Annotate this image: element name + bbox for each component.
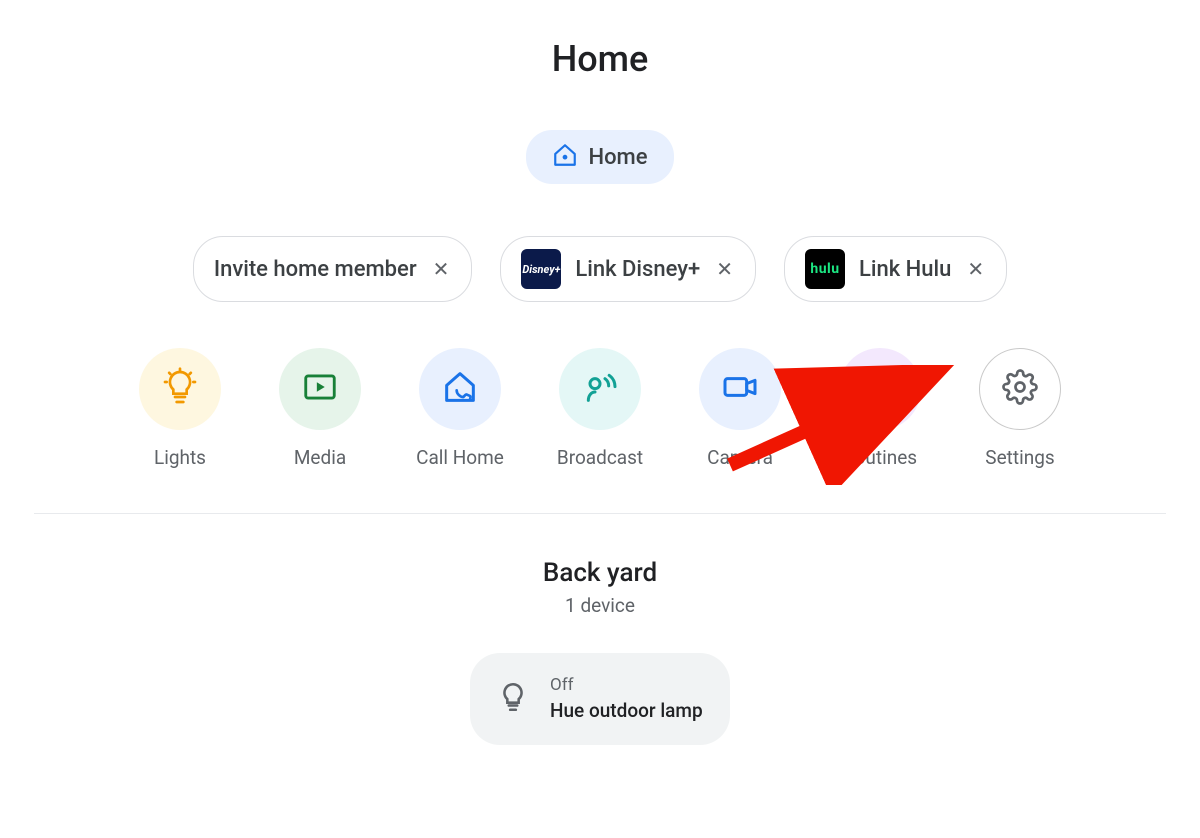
- room-device-count: 1 device: [565, 594, 635, 617]
- action-circle: [139, 348, 221, 430]
- action-label: Settings: [985, 446, 1054, 469]
- action-label: Lights: [154, 446, 206, 469]
- action-broadcast[interactable]: Broadcast: [555, 348, 645, 469]
- quick-actions-row: Lights Media: [0, 348, 1200, 469]
- action-lights[interactable]: Lights: [135, 348, 225, 469]
- home-phone-icon: [440, 367, 480, 411]
- suggestion-label: Link Hulu: [859, 257, 951, 282]
- action-camera[interactable]: Camera: [695, 348, 785, 469]
- broadcast-icon: [580, 367, 620, 411]
- close-icon[interactable]: ✕: [965, 259, 986, 279]
- action-circle: [699, 348, 781, 430]
- action-media[interactable]: Media: [275, 348, 365, 469]
- suggestion-label: Invite home member: [214, 257, 417, 282]
- device-state: Off: [550, 675, 703, 695]
- action-label: Broadcast: [557, 446, 643, 469]
- bulb-outline-icon: [496, 680, 530, 718]
- room-section: Back yard 1 device Off Hue outdoor lamp: [0, 558, 1200, 745]
- device-card-hue-outdoor-lamp[interactable]: Off Hue outdoor lamp: [470, 653, 730, 745]
- action-circle: [839, 348, 921, 430]
- disney-plus-icon: Disney+: [521, 249, 561, 289]
- action-label: Camera: [707, 446, 773, 469]
- action-circle: [559, 348, 641, 430]
- action-settings[interactable]: Settings: [975, 348, 1065, 469]
- home-icon: [552, 142, 578, 172]
- gear-icon: [1002, 369, 1038, 409]
- close-icon[interactable]: ✕: [714, 259, 735, 279]
- action-circle: [419, 348, 501, 430]
- lightbulb-icon: [160, 367, 200, 411]
- suggestion-link-hulu[interactable]: hulu Link Hulu ✕: [784, 236, 1007, 302]
- action-call-home[interactable]: Call Home: [415, 348, 505, 469]
- play-square-icon: [301, 368, 339, 410]
- device-name: Hue outdoor lamp: [550, 699, 703, 723]
- action-circle: [279, 348, 361, 430]
- action-label: Media: [294, 446, 346, 469]
- action-label: Call Home: [416, 446, 504, 469]
- camera-icon: [720, 367, 760, 411]
- home-selector-chip[interactable]: Home: [526, 130, 673, 184]
- home-selector-label: Home: [588, 145, 647, 170]
- action-routines[interactable]: Routines: [835, 348, 925, 469]
- action-label: Routines: [843, 446, 917, 469]
- routines-icon: [860, 367, 900, 411]
- room-name[interactable]: Back yard: [543, 558, 657, 588]
- suggestion-invite-member[interactable]: Invite home member ✕: [193, 236, 473, 302]
- suggestion-link-disney[interactable]: Disney+ Link Disney+ ✕: [500, 236, 756, 302]
- action-circle: [979, 348, 1061, 430]
- suggestion-chips-row: Invite home member ✕ Disney+ Link Disney…: [0, 236, 1200, 302]
- close-icon[interactable]: ✕: [431, 259, 452, 279]
- hulu-icon: hulu: [805, 249, 845, 289]
- section-divider: [34, 513, 1166, 514]
- suggestion-label: Link Disney+: [575, 257, 700, 282]
- page-title: Home: [0, 38, 1200, 80]
